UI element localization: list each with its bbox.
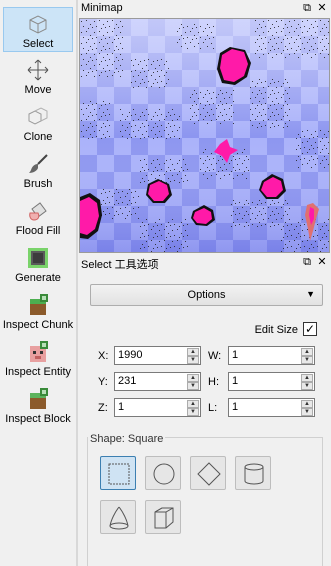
tool-move[interactable]: Move [3, 54, 73, 99]
brush-icon [29, 154, 48, 173]
shape-diamond-button[interactable] [190, 456, 226, 490]
tool-label: Inspect Entity [4, 366, 72, 378]
spin-up-icon[interactable]: ▲ [301, 348, 313, 356]
tool-flood-fill[interactable]: Flood Fill [3, 195, 73, 240]
x-value: 1990 [118, 349, 143, 361]
inspect-chunk-icon [30, 294, 48, 315]
y-value: 231 [118, 375, 137, 387]
generate-cube-icon [28, 248, 48, 268]
sphere-shape-icon [153, 463, 175, 485]
tool-label: Generate [15, 272, 61, 284]
spin-up-icon[interactable]: ▲ [301, 374, 313, 382]
move-arrows-icon [27, 59, 49, 81]
shape-box-button[interactable] [145, 500, 181, 534]
shape-label: Shape: Square [88, 433, 166, 445]
minimap-title-bar[interactable]: Minimap ⧉ ✕ [79, 0, 331, 18]
clone-cubes-icon [28, 107, 48, 125]
shape-sphere-button[interactable] [145, 456, 181, 490]
y-label: Y: [98, 376, 108, 388]
diamond-shape-icon [197, 462, 221, 486]
spin-down-icon[interactable]: ▼ [301, 382, 313, 390]
spin-down-icon[interactable]: ▼ [187, 408, 199, 416]
h-spinbox[interactable]: 1 ▲ ▼ [228, 372, 315, 391]
toolbar-splitter[interactable] [76, 0, 78, 566]
float-icon[interactable]: ⧉ [300, 1, 314, 15]
tool-brush[interactable]: Brush [3, 148, 73, 193]
spin-up-icon[interactable]: ▲ [301, 400, 313, 408]
tool-options-panel: Options ▼ Edit Size ✓ X: 1990 ▲ ▼ W: 1 ▲… [79, 272, 331, 566]
cylinder-shape-icon [244, 463, 264, 485]
close-icon[interactable]: ✕ [315, 255, 329, 269]
spin-up-icon[interactable]: ▲ [187, 400, 199, 408]
y-spinbox[interactable]: 231 ▲ ▼ [114, 372, 201, 391]
tool-clone[interactable]: Clone [3, 101, 73, 146]
tool-select[interactable]: Select [3, 7, 73, 52]
tool-palette: Select Move Clone Brush Flood Fill Gener… [0, 0, 75, 566]
spin-down-icon[interactable]: ▼ [301, 356, 313, 364]
spin-up-icon[interactable]: ▲ [187, 348, 199, 356]
tool-options-title-bar[interactable]: Select 工具选项 ⧉ ✕ [79, 254, 331, 272]
tool-label: Inspect Chunk [2, 319, 74, 331]
l-label: L: [208, 402, 218, 414]
tool-label: Inspect Block [5, 413, 71, 425]
square-shape-icon [108, 463, 130, 485]
z-label: Z: [98, 402, 108, 414]
float-icon[interactable]: ⧉ [300, 255, 314, 269]
x-label: X: [98, 350, 109, 362]
tool-label: Clone [23, 131, 53, 143]
options-dropdown-label: Options [187, 289, 226, 301]
tool-options-title: Select 工具选项 [81, 259, 159, 271]
tool-inspect-block[interactable]: Inspect Block [3, 383, 73, 428]
box-shape-icon [154, 507, 174, 529]
select-cube-icon [29, 15, 47, 34]
minimap-canvas [80, 19, 329, 252]
w-spinbox[interactable]: 1 ▲ ▼ [228, 346, 315, 365]
spin-up-icon[interactable]: ▲ [187, 374, 199, 382]
close-icon[interactable]: ✕ [315, 1, 329, 15]
edit-size-checkbox[interactable]: ✓ [303, 322, 317, 336]
minimap-title: Minimap [81, 2, 123, 14]
z-spinbox[interactable]: 1 ▲ ▼ [114, 398, 201, 417]
shape-square-button[interactable] [100, 456, 136, 490]
spin-down-icon[interactable]: ▼ [187, 356, 199, 364]
shape-cylinder-button[interactable] [235, 456, 271, 490]
l-value: 1 [232, 401, 239, 413]
tool-label: Select [22, 38, 54, 50]
cone-shape-icon [109, 506, 129, 530]
tool-label: Move [24, 84, 52, 96]
x-spinbox[interactable]: 1990 ▲ ▼ [114, 346, 201, 365]
l-spinbox[interactable]: 1 ▲ ▼ [228, 398, 315, 417]
options-dropdown[interactable]: Options ▼ [90, 284, 323, 306]
spin-down-icon[interactable]: ▼ [187, 382, 199, 390]
w-value: 1 [232, 349, 239, 361]
tool-label: Flood Fill [15, 225, 61, 237]
w-label: W: [208, 350, 222, 362]
tool-generate[interactable]: Generate [3, 242, 73, 287]
tool-inspect-chunk[interactable]: Inspect Chunk [3, 289, 73, 334]
shape-cone-button[interactable] [100, 500, 136, 534]
edit-size-label: Edit Size [254, 324, 298, 336]
inspect-block-icon [30, 388, 48, 409]
tool-inspect-entity[interactable]: Inspect Entity [3, 336, 73, 381]
h-value: 1 [232, 375, 239, 387]
spin-down-icon[interactable]: ▼ [301, 408, 313, 416]
tool-label: Brush [23, 178, 53, 190]
minimap-view[interactable] [79, 18, 330, 253]
inspect-entity-icon [30, 341, 48, 362]
z-value: 1 [118, 401, 125, 413]
h-label: H: [208, 376, 219, 388]
chevron-down-icon: ▼ [306, 289, 315, 299]
flood-fill-icon [29, 202, 47, 221]
